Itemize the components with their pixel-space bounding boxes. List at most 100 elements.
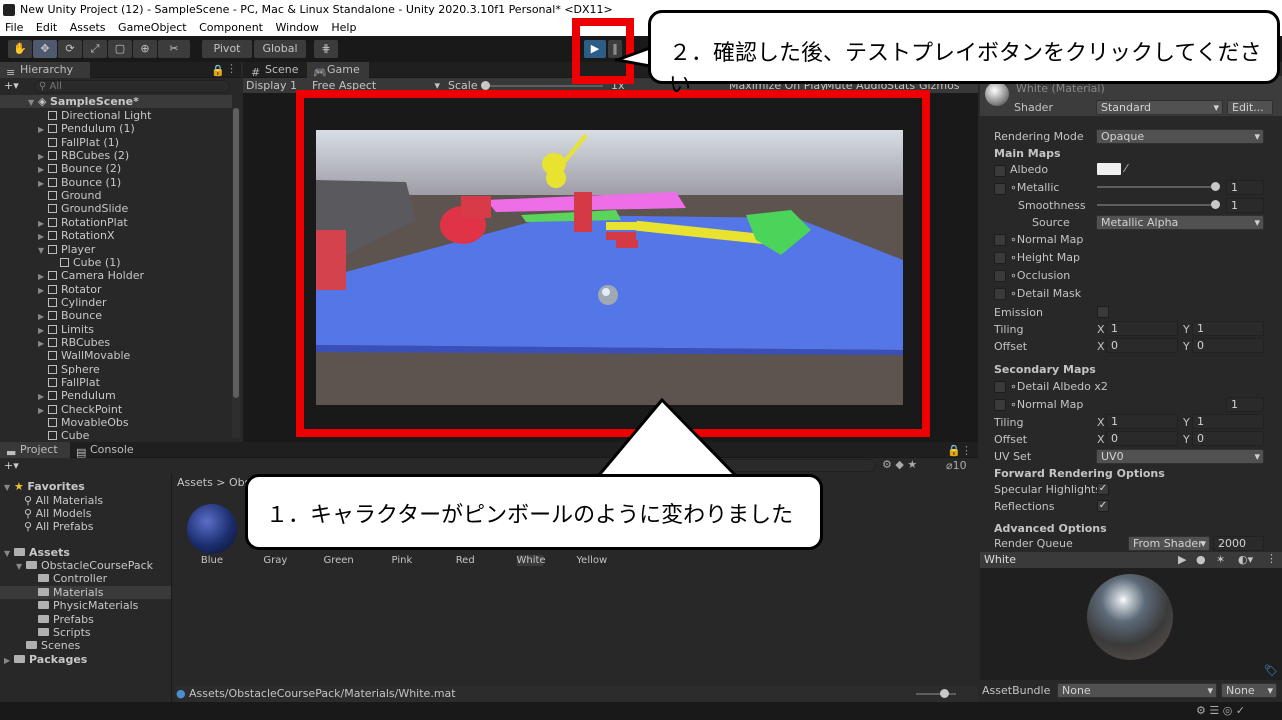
tab-console[interactable]: ▤ Console <box>70 442 140 459</box>
hidden-count[interactable]: ⌀10 <box>946 459 967 472</box>
display-dropdown[interactable]: Display 1 <box>246 79 297 92</box>
hierarchy-scrollbar[interactable] <box>232 108 240 438</box>
hierarchy-item[interactable]: Directional Light <box>38 109 151 122</box>
tab-scene[interactable]: # Scene <box>245 62 305 79</box>
expand-arrow-icon[interactable]: ▶ <box>38 310 48 323</box>
secondary-normal-value[interactable]: 1 <box>1226 397 1264 412</box>
expand-arrow-icon[interactable]: ▶ <box>38 230 48 243</box>
scale-slider[interactable] <box>483 85 603 87</box>
project-folder-item[interactable]: Scripts <box>28 626 91 639</box>
menu-file[interactable]: File <box>5 21 23 34</box>
normal-map-slot[interactable] <box>994 234 1006 246</box>
add-object-button[interactable]: +▾ <box>4 79 19 92</box>
smoothness-slider-knob[interactable] <box>1211 200 1220 209</box>
panel-menu-icon[interactable]: ⋮ <box>226 62 237 75</box>
expand-arrow-icon[interactable]: ▶ <box>38 123 48 136</box>
material-label[interactable]: Gray <box>243 555 307 566</box>
scrollbar-thumb[interactable] <box>233 108 239 398</box>
offset2-x-field[interactable]: 0 <box>1106 431 1178 446</box>
hierarchy-item[interactable]: ▶ RotationPlat <box>38 216 128 229</box>
expand-arrow-icon[interactable]: ▶ <box>38 324 48 337</box>
material-label[interactable]: Red <box>433 555 497 566</box>
assets-root-row[interactable]: ▼ Assets <box>4 546 70 559</box>
hierarchy-item[interactable]: FallPlat <box>38 376 100 389</box>
expand-arrow-icon[interactable]: ▶ <box>38 177 48 190</box>
material-preview[interactable]: 🏷 <box>980 568 1282 680</box>
secondary-normal-slot[interactable] <box>994 399 1006 411</box>
hierarchy-item[interactable]: ▼ Player <box>38 243 95 256</box>
expand-arrow-icon[interactable]: ▶ <box>38 270 48 283</box>
albedo-texture-slot[interactable] <box>994 165 1006 177</box>
preview-light-icon[interactable]: ✶ <box>1216 553 1225 566</box>
tiling2-x-field[interactable]: 1 <box>1106 414 1178 429</box>
menu-edit[interactable]: Edit <box>36 21 57 34</box>
hierarchy-item[interactable]: ▶ Pendulum (1) <box>38 122 135 135</box>
project-folder-item[interactable]: Materials <box>0 585 171 599</box>
source-dropdown[interactable]: Metallic Alpha ▾ <box>1096 215 1264 230</box>
expand-arrow-icon[interactable]: ▶ <box>38 284 48 297</box>
favorite-all-prefabs[interactable]: ⚲ All Prefabs <box>24 520 94 533</box>
move-tool-icon[interactable]: ✥ <box>33 40 57 58</box>
preview-menu-icon[interactable]: ⋮ <box>1266 552 1277 565</box>
expand-arrow-icon[interactable]: ▶ <box>38 163 48 176</box>
hierarchy-item[interactable]: GroundSlide <box>38 202 128 215</box>
project-folder-item[interactable]: Prefabs <box>28 613 94 626</box>
create-asset-button[interactable]: +▾ <box>4 459 19 472</box>
global-toggle[interactable]: Global <box>254 40 306 58</box>
expand-arrow-icon[interactable]: ▶ <box>38 150 48 163</box>
expand-arrow-icon[interactable]: ▼ <box>38 244 48 257</box>
hierarchy-item[interactable]: Cube <box>38 429 89 442</box>
emission-checkbox[interactable] <box>1097 306 1109 318</box>
expand-arrow-icon[interactable]: ▶ <box>38 217 48 230</box>
custom-tool-icon[interactable]: ✂ <box>158 40 190 58</box>
tab-game[interactable]: 🎮 Game <box>307 62 369 79</box>
preview-play-icon[interactable]: ▶ <box>1178 553 1186 566</box>
material-label[interactable]: White <box>516 555 546 566</box>
pivot-toggle[interactable]: Pivot <box>202 40 252 58</box>
hierarchy-item[interactable]: MovableObs <box>38 416 129 429</box>
smoothness-slider[interactable] <box>1097 204 1217 206</box>
preview-shape-icon[interactable]: ◐▾ <box>1238 553 1253 566</box>
hierarchy-item[interactable]: WallMovable <box>38 349 130 362</box>
hierarchy-item[interactable]: ▶ Camera Holder <box>38 269 144 282</box>
panel-lock-icon[interactable]: 🔒⋮ <box>947 444 972 457</box>
hierarchy-item[interactable]: ▶ RBCubes <box>38 336 110 349</box>
hierarchy-item[interactable]: ▶ Bounce (1) <box>38 176 121 189</box>
zoom-slider[interactable] <box>916 693 956 695</box>
reflections-checkbox[interactable]: ✓ <box>1097 500 1109 512</box>
material-label[interactable]: Green <box>307 555 371 566</box>
detail-mask-slot[interactable] <box>994 288 1006 300</box>
material-thumbnail[interactable] <box>187 504 237 554</box>
tab-hierarchy[interactable]: ≡ Hierarchy <box>0 62 90 79</box>
hierarchy-item[interactable]: ▶ RBCubes (2) <box>38 149 129 162</box>
grid-snap-icon[interactable]: ⋕ <box>314 40 338 58</box>
metallic-slider[interactable] <box>1097 186 1217 188</box>
preview-sphere-icon[interactable]: ● <box>1196 553 1206 566</box>
hierarchy-item[interactable]: ▶ Limits <box>38 323 94 336</box>
material-label[interactable]: Yellow <box>560 555 624 566</box>
metallic-slider-knob[interactable] <box>1211 182 1220 191</box>
favorites-row[interactable]: ▼ ★ Favorites <box>4 480 85 493</box>
project-folder-item[interactable]: ▼ ObstacleCoursePack <box>16 559 153 572</box>
project-folder-item[interactable]: PhysicMaterials <box>28 599 138 612</box>
project-folder-item[interactable]: Controller <box>28 572 107 585</box>
expand-arrow-icon[interactable]: ▶ <box>38 337 48 350</box>
lock-icon[interactable]: 🔒 <box>211 64 225 77</box>
asset-bundle-dropdown[interactable]: None ▾ <box>1057 683 1217 698</box>
hierarchy-item[interactable]: FallPlat (1) <box>38 136 119 149</box>
project-folder-item[interactable]: Scenes <box>16 639 80 652</box>
material-label[interactable]: Pink <box>370 555 434 566</box>
favorite-all-models[interactable]: ⚲ All Models <box>24 507 91 520</box>
eyedropper-icon[interactable]: ⁄ <box>1125 162 1127 175</box>
hierarchy-item[interactable]: ▶ Bounce <box>38 309 102 322</box>
transform-tool-icon[interactable]: ⊕ <box>133 40 157 58</box>
menu-assets[interactable]: Assets <box>70 21 106 34</box>
offset-x-field[interactable]: 0 <box>1106 338 1178 353</box>
specular-checkbox[interactable]: ✓ <box>1097 483 1109 495</box>
menu-window[interactable]: Window <box>276 21 319 34</box>
render-queue-value[interactable]: 2000 <box>1213 536 1264 551</box>
project-folder-item[interactable]: ▶ Packages <box>4 653 87 666</box>
rendering-mode-dropdown[interactable]: Opaque ▾ <box>1096 129 1264 144</box>
shader-dropdown[interactable]: Standard ▾ <box>1096 100 1223 115</box>
asset-bundle-variant-dropdown[interactable]: None ▾ <box>1221 683 1277 698</box>
